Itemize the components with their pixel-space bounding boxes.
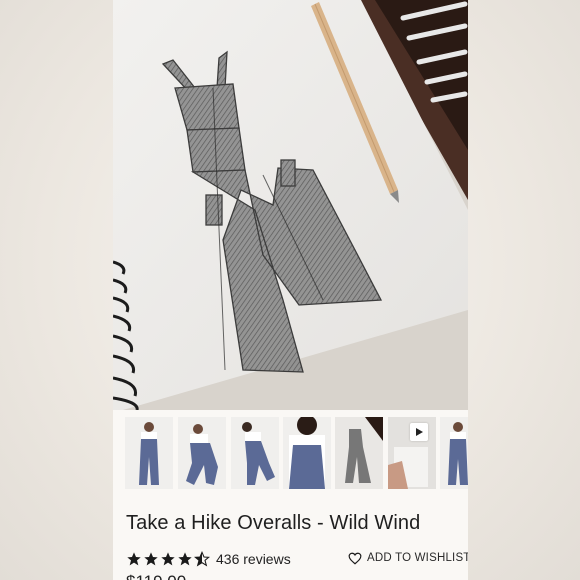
star-rating	[126, 551, 210, 567]
thumbnail-back-view[interactable]	[440, 417, 468, 489]
star-icon	[144, 552, 158, 566]
reviews-link[interactable]: 436 reviews	[216, 551, 291, 567]
thumbnail-front-view[interactable]	[125, 417, 173, 489]
thumbnail-side-pose[interactable]	[231, 417, 279, 489]
heart-icon	[348, 552, 362, 565]
star-icon	[178, 552, 192, 566]
thumbnail-gallery	[113, 410, 468, 505]
product-page: Take a Hike Overalls - Wild Wind 436 rev…	[113, 0, 468, 580]
thumbnail-sketch-video[interactable]	[388, 417, 436, 489]
star-half-icon	[194, 551, 210, 567]
star-icon	[161, 552, 175, 566]
thumbnail-sketch[interactable]	[335, 417, 383, 489]
product-title: Take a Hike Overalls - Wild Wind	[126, 512, 421, 534]
product-hero-image[interactable]	[113, 0, 468, 410]
star-icon	[127, 552, 141, 566]
rating-row[interactable]: 436 reviews	[126, 549, 291, 569]
product-price: $119.00	[126, 572, 186, 580]
add-to-wishlist-button[interactable]: ADD TO WISHLIST	[348, 549, 468, 567]
thumbnail-crouching-pose[interactable]	[178, 417, 226, 489]
play-icon[interactable]	[410, 423, 428, 441]
thumbnail-bust-closeup[interactable]	[283, 417, 331, 489]
wishlist-label: ADD TO WISHLIST	[367, 552, 468, 564]
